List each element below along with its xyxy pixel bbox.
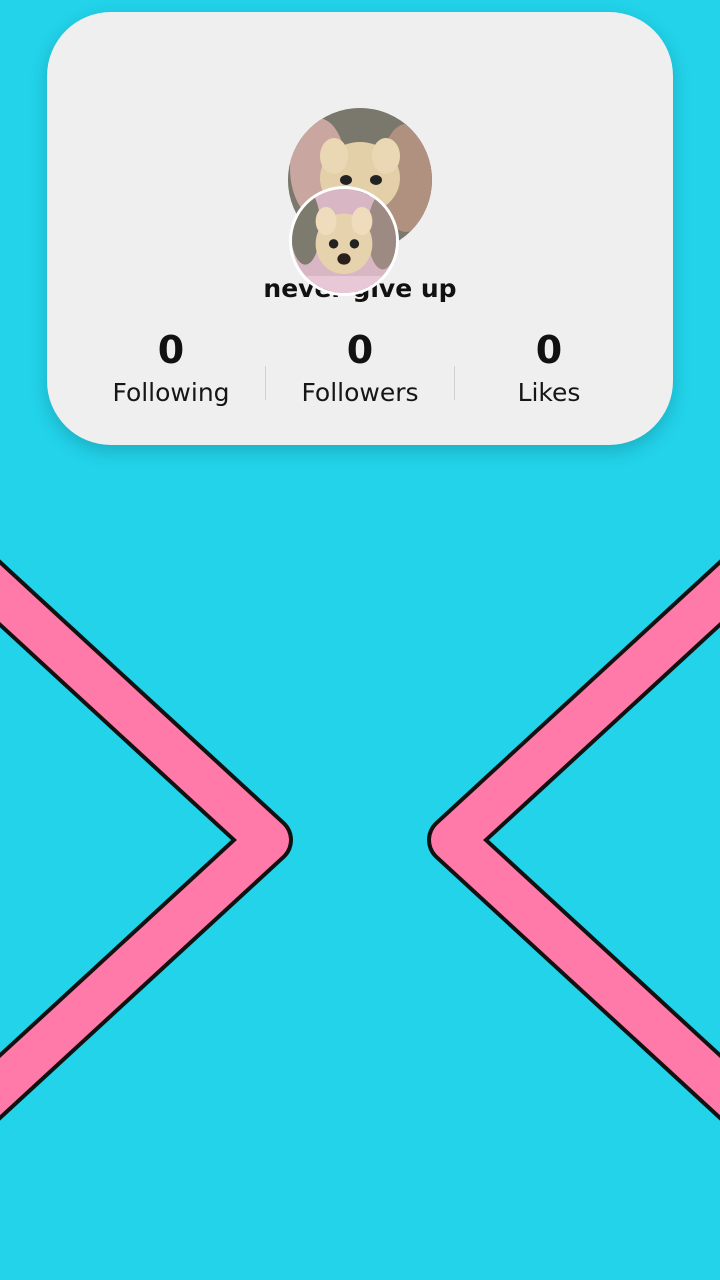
stat-following-value: 0 — [157, 328, 185, 372]
stat-followers-value: 0 — [346, 328, 374, 372]
profile-avatar-overlay[interactable] — [289, 186, 399, 296]
right-chevron-shape — [427, 559, 720, 1121]
stat-following-label: Following — [112, 377, 230, 407]
stat-likes-label: Likes — [517, 377, 581, 407]
stat-followers[interactable]: 0 Followers — [266, 328, 454, 407]
stat-followers-label: Followers — [301, 377, 419, 407]
stat-following[interactable]: 0 Following — [77, 328, 265, 407]
stat-likes-value: 0 — [535, 328, 563, 372]
profile-stats: 0 Following 0 Followers 0 Likes — [77, 328, 643, 430]
left-chevron-shape — [0, 559, 293, 1121]
dog-avatar-icon — [292, 189, 396, 293]
profile-card: never give up 0 Following 0 Followers 0 … — [47, 12, 673, 445]
stat-likes[interactable]: 0 Likes — [455, 328, 643, 407]
